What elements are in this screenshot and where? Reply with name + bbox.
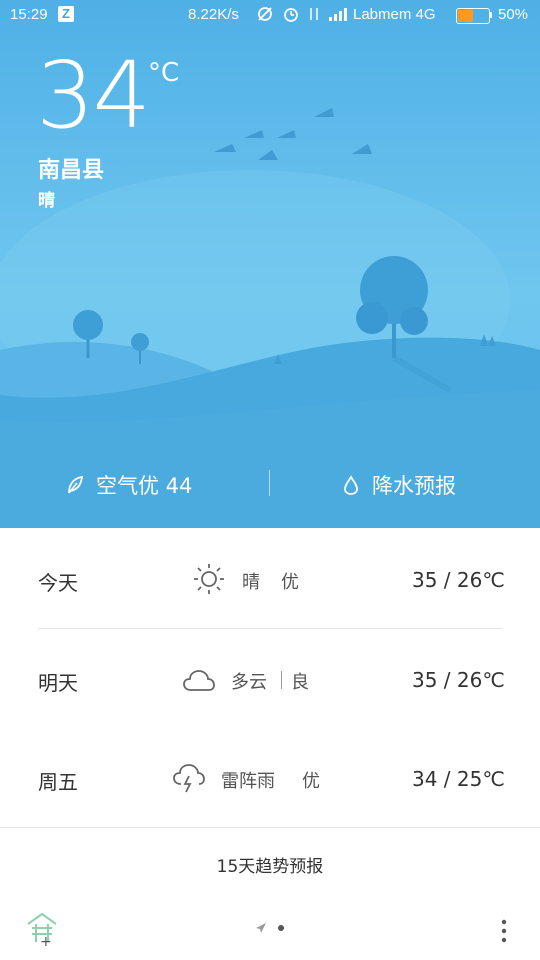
forecast-temps: 35 / 26℃ (412, 568, 505, 592)
page-indicator (255, 922, 285, 934)
forecast-air-quality: 良 (291, 672, 309, 693)
weather-air-separator (281, 671, 282, 689)
battery-tip (489, 12, 492, 18)
birds-illustration (214, 108, 372, 160)
air-quality-button[interactable]: 空气优 44 (64, 470, 192, 500)
precipitation-label: 降水预报 (372, 474, 456, 498)
forecast-weather: 晴 (242, 572, 260, 593)
forecast-row-today[interactable]: 今天 晴 优 35 / 26℃ (0, 528, 540, 628)
battery-fill (458, 10, 473, 22)
water-drop-icon (344, 475, 358, 495)
hero-actions: 空气优 44 降水预报 (0, 460, 540, 508)
forecast-row-friday[interactable]: 周五 雷阵雨 优 34 / 25℃ (0, 728, 540, 828)
signal-icon (329, 8, 347, 21)
city-manage-icon[interactable]: + (24, 906, 64, 950)
more-options-icon[interactable] (500, 918, 508, 946)
weather-hero: 15:29 Z 8.22K/s Labmem 4G 50% 34 °C 南昌县 … (0, 0, 540, 528)
forecast-day: 明天 (38, 671, 78, 695)
city-name[interactable]: 南昌县 (38, 152, 104, 184)
location-arrow-icon (256, 923, 266, 933)
cloud-icon (183, 670, 215, 691)
forecast-air-quality: 优 (302, 771, 320, 792)
precipitation-forecast-button[interactable]: 降水预报 (340, 470, 456, 500)
fifteen-day-trend-link[interactable]: 15天趋势预报 (0, 852, 540, 877)
forecast-weather: 多云 (231, 672, 267, 693)
forecast-row-tomorrow[interactable]: 明天 多云 良 35 / 26℃ (0, 628, 540, 728)
battery-icon (456, 8, 490, 24)
forecast-temps: 35 / 26℃ (412, 668, 505, 692)
status-time: 15:29 (10, 6, 48, 23)
list-bottom-divider (0, 827, 540, 828)
page-dot (278, 925, 284, 931)
current-temperature: 34 (36, 42, 151, 149)
alarm-icon (284, 8, 298, 22)
current-condition: 晴 (38, 191, 55, 211)
thunderstorm-icon (173, 764, 205, 793)
sun-icon (194, 564, 224, 594)
bottom-bar: + (0, 900, 540, 960)
data-arrows-icon (310, 8, 318, 20)
forecast-day: 今天 (38, 571, 78, 595)
leaf-icon (68, 475, 84, 494)
weather-screen: 15:29 Z 8.22K/s Labmem 4G 50% 34 °C 南昌县 … (0, 0, 540, 960)
status-icons (256, 5, 348, 23)
forecast-temps: 34 / 25℃ (412, 767, 505, 791)
air-quality-label: 空气优 44 (96, 474, 193, 498)
forecast-air-quality: 优 (281, 572, 299, 593)
status-bar: 15:29 Z 8.22K/s Labmem 4G 50% (0, 0, 540, 30)
actions-separator (269, 470, 270, 496)
sync-off-icon (258, 7, 272, 21)
battery-percent: 50% (498, 6, 529, 23)
forecast-day: 周五 (38, 770, 78, 794)
network-speed: 8.22K/s (188, 6, 239, 23)
temperature-unit: °C (148, 58, 180, 88)
svg-text:+: + (40, 934, 52, 950)
carrier-label: Labmem 4G (353, 6, 436, 23)
app-notification-icon: Z (58, 6, 74, 22)
forecast-weather: 雷阵雨 (221, 771, 275, 792)
